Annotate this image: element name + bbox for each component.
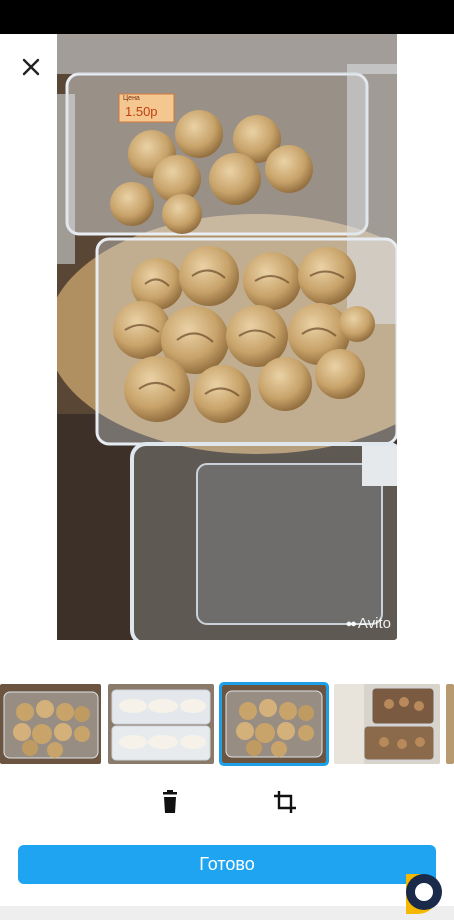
done-button[interactable]: Готово xyxy=(18,845,436,884)
thumb-cookies-nuts[interactable] xyxy=(0,684,101,764)
watermark-text: Avito xyxy=(357,615,391,632)
crop-button[interactable] xyxy=(271,788,299,816)
close-button[interactable] xyxy=(16,52,46,82)
bottom-bar xyxy=(0,906,454,920)
thumb-partial[interactable] xyxy=(446,684,454,764)
thumb-pastries[interactable] xyxy=(334,684,440,764)
close-icon xyxy=(22,58,40,76)
avito-watermark: ●● Avito xyxy=(346,615,391,632)
thumbnail-strip[interactable] xyxy=(0,684,454,766)
avito-logo-icon: ●● xyxy=(345,617,357,630)
done-button-label: Готово xyxy=(199,854,255,874)
price-tag-header: Цена xyxy=(123,95,140,102)
main-photo: Цена 1.50р ●● Avito xyxy=(57,34,397,640)
crop-icon xyxy=(274,791,296,813)
thumb-cookies-nuts-2[interactable] xyxy=(222,685,326,763)
trash-icon xyxy=(163,790,177,813)
price-tag: 1.50р xyxy=(125,104,158,119)
thumb-meringue[interactable] xyxy=(108,684,214,764)
delete-button[interactable] xyxy=(156,788,184,816)
app-logo-icon xyxy=(396,862,452,918)
status-bar xyxy=(0,0,454,34)
